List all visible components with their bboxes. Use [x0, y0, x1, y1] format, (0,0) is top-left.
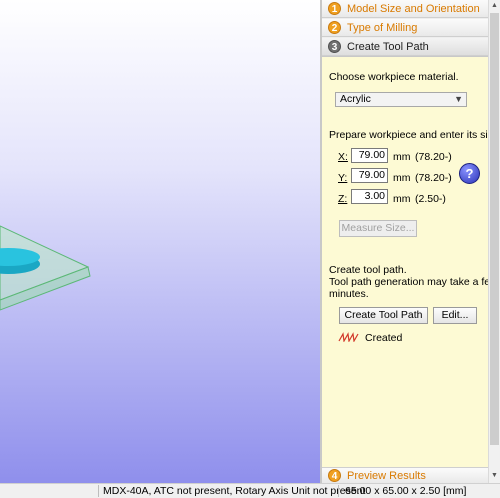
step-1-label: Model Size and Orientation	[347, 2, 480, 15]
step-4-label: Preview Results	[347, 469, 426, 482]
model-dimensions: 65.00 x 65.00 x 2.50 [mm]	[345, 485, 467, 497]
step-4-badge: 4	[328, 469, 341, 482]
create-note-line-2: minutes.	[329, 288, 369, 300]
create-tool-path-button[interactable]: Create Tool Path	[339, 307, 428, 324]
x-size-input[interactable]: 79.00	[351, 148, 388, 163]
z-axis-label: Z:	[338, 193, 348, 205]
material-select[interactable]: Acrylic ▼	[335, 92, 467, 107]
y-range: (78.20-)	[415, 172, 452, 184]
create-note-line-1: Tool path generation may take a few	[329, 276, 498, 288]
material-prompt: Choose workpiece material.	[329, 71, 459, 83]
workflow-panel: 1 Model Size and Orientation 2 Type of M…	[322, 0, 500, 483]
measure-size-button[interactable]: Measure Size...	[339, 220, 417, 237]
step-2-badge: 2	[328, 21, 341, 34]
step-3-label: Create Tool Path	[347, 40, 429, 53]
y-axis-label: Y:	[338, 172, 348, 184]
panel-scrollbar[interactable]: ▲ ▼	[488, 0, 500, 483]
step-2-label: Type of Milling	[347, 21, 418, 34]
x-unit: mm	[393, 151, 411, 163]
create-heading: Create tool path.	[329, 264, 407, 276]
toolpath-icon	[338, 332, 360, 345]
x-range: (78.20-)	[415, 151, 452, 163]
step-header-preview-results[interactable]: 4 Preview Results	[322, 467, 488, 483]
x-axis-label: X:	[338, 151, 348, 163]
scroll-down-icon[interactable]: ▼	[489, 470, 500, 482]
y-size-input[interactable]: 79.00	[351, 168, 388, 183]
tool-path-status: Created	[365, 332, 403, 344]
machine-status: MDX-40A, ATC not present, Rotary Axis Un…	[103, 485, 366, 497]
model-render	[0, 225, 91, 311]
3d-viewport[interactable]	[0, 0, 320, 483]
material-selected-value: Acrylic	[340, 93, 371, 105]
create-tool-path-content: Choose workpiece material. Acrylic ▼ Pre…	[322, 56, 500, 468]
step-header-type-of-milling[interactable]: 2 Type of Milling	[322, 19, 488, 37]
step-header-create-tool-path[interactable]: 3 Create Tool Path	[322, 38, 488, 56]
step-header-model-size[interactable]: 1 Model Size and Orientation	[322, 0, 488, 18]
z-range: (2.50-)	[415, 193, 446, 205]
help-icon[interactable]: ?	[459, 163, 480, 184]
size-prompt: Prepare workpiece and enter its size.	[329, 129, 500, 141]
y-unit: mm	[393, 172, 411, 184]
scroll-up-icon[interactable]: ▲	[489, 0, 500, 12]
z-size-input[interactable]: 3.00	[351, 189, 388, 204]
status-separator	[338, 485, 339, 497]
z-unit: mm	[393, 193, 411, 205]
edit-button[interactable]: Edit...	[433, 307, 477, 324]
status-bar: MDX-40A, ATC not present, Rotary Axis Un…	[0, 483, 500, 498]
chevron-down-icon: ▼	[454, 94, 463, 104]
step-1-badge: 1	[328, 2, 341, 15]
status-separator	[98, 485, 99, 497]
step-3-badge: 3	[328, 40, 341, 53]
scrollbar-thumb[interactable]	[490, 13, 499, 445]
